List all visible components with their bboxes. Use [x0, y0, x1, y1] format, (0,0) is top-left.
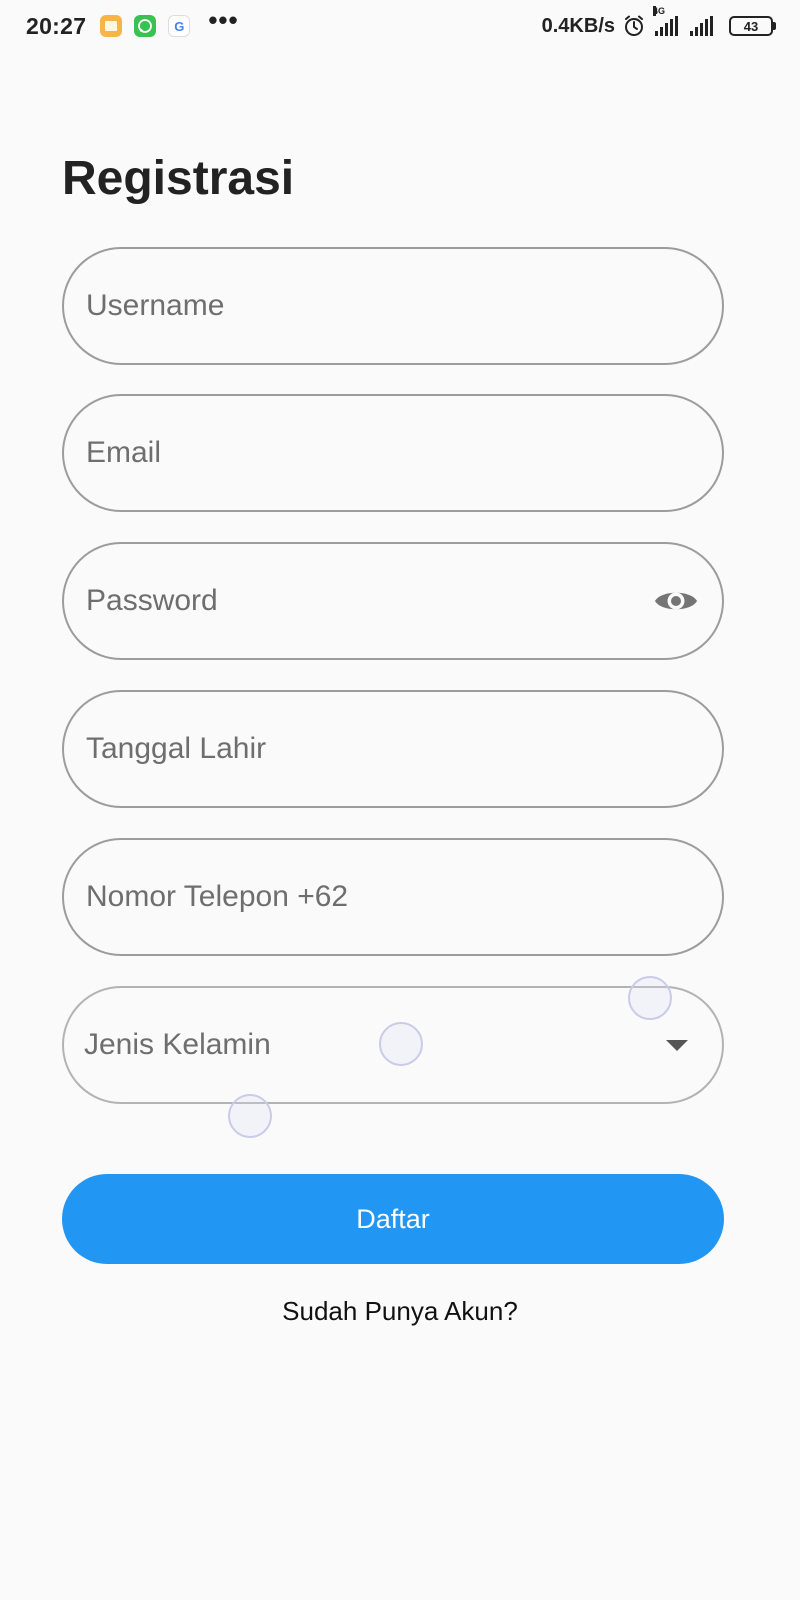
- password-field[interactable]: [62, 542, 724, 660]
- network-speed: 0.4KB/s: [541, 14, 615, 37]
- birthdate-field[interactable]: [62, 690, 724, 808]
- dropdown-arrow-icon: [666, 1039, 688, 1051]
- touch-indicator: [228, 1094, 272, 1138]
- email-field[interactable]: [62, 394, 724, 512]
- phone-input[interactable]: [86, 880, 722, 914]
- notes-icon: [100, 15, 123, 37]
- network-type: 4G: [653, 6, 666, 16]
- register-button[interactable]: Daftar: [62, 1174, 724, 1264]
- battery-icon: 43: [729, 16, 776, 36]
- battery-level: 43: [729, 16, 773, 36]
- password-input[interactable]: [86, 584, 652, 618]
- status-bar-left: 20:27 G •••: [26, 7, 239, 40]
- birthdate-input[interactable]: [86, 732, 722, 766]
- status-time: 20:27: [26, 12, 87, 39]
- phone-field[interactable]: [62, 838, 724, 956]
- touch-indicator: [628, 976, 672, 1020]
- signal-4g-icon: 4G: [653, 6, 680, 36]
- google-letter: G: [174, 18, 185, 34]
- touch-indicator: [379, 1022, 423, 1066]
- login-link[interactable]: Sudah Punya Akun?: [0, 1296, 800, 1327]
- more-notifications-icon: •••: [208, 5, 239, 35]
- google-icon: G: [168, 15, 191, 37]
- battery-cap: [773, 22, 776, 30]
- email-input[interactable]: [86, 436, 722, 470]
- signal-icon: [690, 16, 715, 36]
- username-input[interactable]: [86, 289, 722, 323]
- eye-icon[interactable]: [652, 577, 700, 625]
- alarm-icon: [625, 15, 643, 36]
- username-field[interactable]: [62, 247, 724, 365]
- status-bar-right: 0.4KB/s 4G 43: [541, 6, 776, 38]
- whatsapp-icon: [134, 15, 157, 37]
- status-bar: 20:27 G ••• 0.4KB/s 4G 43: [0, 0, 800, 52]
- gender-dropdown-label: Jenis Kelamin: [84, 1028, 271, 1061]
- page-title: Registrasi: [62, 152, 295, 205]
